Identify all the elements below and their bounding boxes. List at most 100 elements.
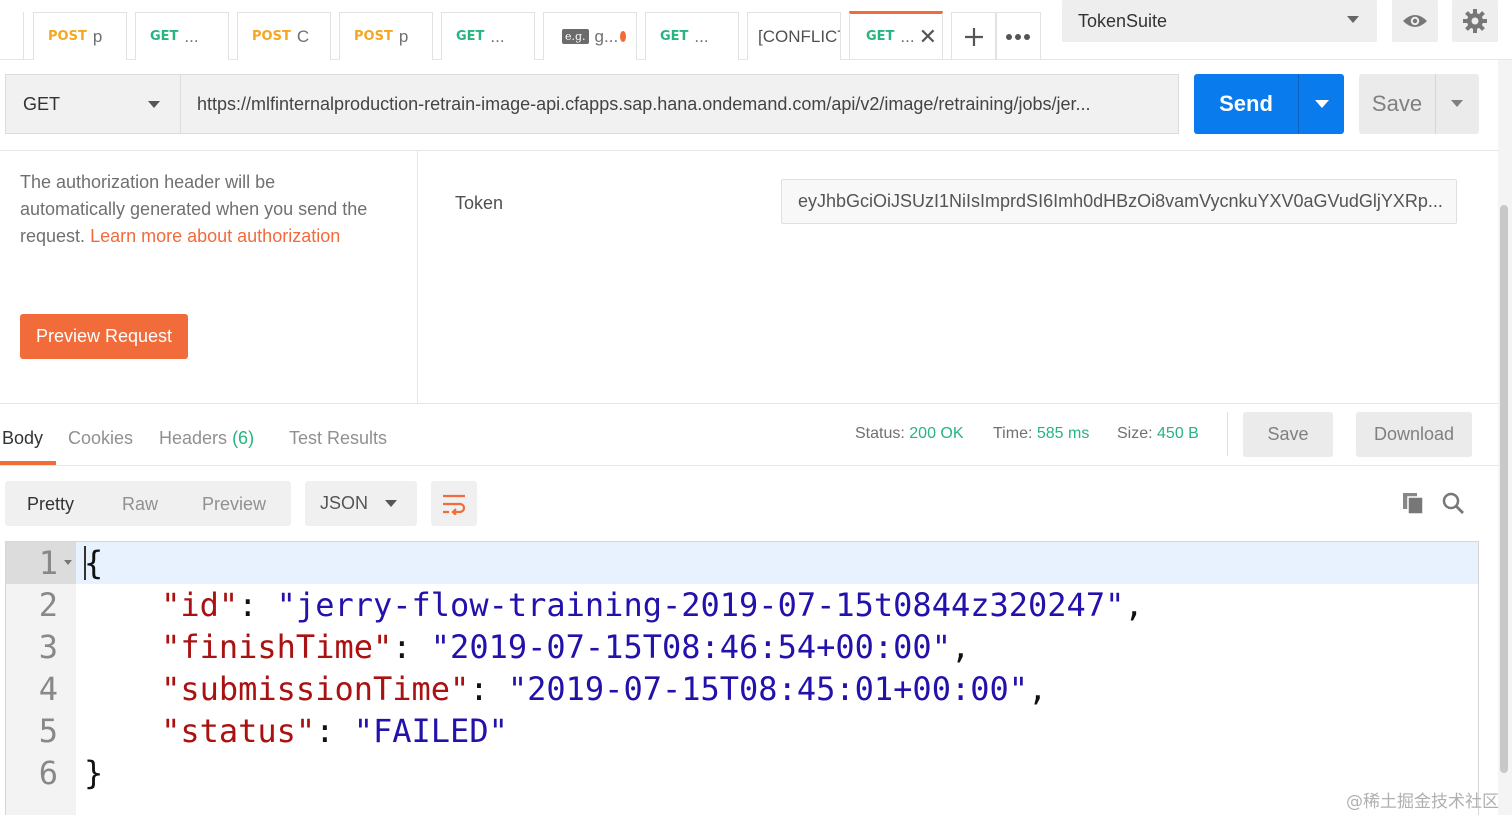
tab-headers[interactable]: Headers (6)	[159, 428, 254, 449]
save-response-button[interactable]: Save	[1243, 412, 1333, 457]
code-line: 4 "submissionTime": "2019-07-15T08:45:01…	[6, 668, 1478, 710]
code-text: "finishTime": "2019-07-15T08:46:54+00:00…	[161, 628, 971, 666]
authorization-panel: The authorization header will be automat…	[0, 150, 1498, 404]
tab-name: g...	[594, 26, 619, 46]
size-label: Size:	[1117, 425, 1153, 442]
json-key: "submissionTime"	[161, 670, 470, 708]
code-text: "id": "jerry-flow-training-2019-07-15t08…	[161, 586, 1144, 624]
request-tab-8[interactable]: [CONFLICT	[747, 12, 841, 60]
request-tab-active[interactable]: GET ... ✕	[849, 11, 943, 59]
request-tab-4[interactable]: POST p	[339, 12, 433, 60]
http-method-select[interactable]: GET	[5, 74, 181, 134]
tab-name: ...	[184, 26, 199, 46]
language-select[interactable]: JSON	[305, 481, 417, 526]
view-preview-button[interactable]: Preview	[202, 494, 266, 515]
http-method-value: GET	[23, 93, 61, 114]
fold-toggle-icon[interactable]	[64, 560, 72, 565]
new-tab-button[interactable]	[951, 12, 997, 60]
line-number: 4	[38, 670, 58, 708]
request-tab-6[interactable]: e.g. g...	[543, 12, 637, 60]
response-tabs: Body Cookies Headers (6) Test Results St…	[0, 404, 1498, 466]
more-dots-icon	[1006, 33, 1030, 40]
request-tab-3[interactable]: POST C	[237, 12, 331, 60]
gear-icon	[1463, 9, 1487, 33]
request-tab-2[interactable]: GET ...	[135, 12, 229, 60]
send-button[interactable]: Send	[1194, 74, 1298, 134]
request-tab-bar: POST p GET ... POST C POST p GET ... e.g…	[0, 0, 1512, 60]
eye-icon	[1403, 15, 1427, 27]
tab-name: p	[92, 26, 103, 46]
request-url-value: https://mlfinternalproduction-retrain-im…	[197, 93, 1091, 114]
tab-body[interactable]: Body	[2, 428, 43, 449]
scrollbar-thumb[interactable]	[1500, 205, 1508, 773]
learn-more-authorization-link[interactable]: Learn more about authorization	[90, 226, 340, 246]
tab-test-results[interactable]: Test Results	[289, 428, 387, 449]
tab-name: ...	[900, 26, 915, 46]
line-number: 5	[38, 712, 58, 750]
view-pretty-button[interactable]: Pretty	[27, 494, 74, 515]
json-key: "status"	[161, 712, 316, 750]
manage-environments-button[interactable]	[1452, 0, 1498, 42]
json-string: "FAILED"	[353, 712, 508, 750]
time-value: 585 ms	[1036, 425, 1090, 442]
tab-name: [CONFLICT	[758, 26, 841, 46]
authorization-info: The authorization header will be automat…	[0, 151, 418, 404]
tab-name: C	[296, 26, 310, 46]
wrap-lines-button[interactable]	[431, 481, 477, 526]
time-readout: Time: 585 ms	[993, 425, 1089, 443]
tab-method: GET	[660, 29, 689, 44]
token-label: Token	[455, 193, 504, 213]
tab-method: POST	[48, 29, 87, 44]
close-tab-icon[interactable]: ✕	[919, 24, 937, 50]
line-number: 2	[38, 586, 58, 624]
json-key: "id"	[161, 586, 239, 624]
send-options-chevron-icon[interactable]	[1298, 74, 1344, 134]
response-body-editor[interactable]: 1 { 2 "id": "jerry-flow-training-2019-07…	[5, 541, 1479, 815]
code-line: 2 "id": "jerry-flow-training-2019-07-15t…	[6, 584, 1478, 626]
download-button[interactable]: Download	[1356, 412, 1472, 457]
environment-select[interactable]: TokenSuite	[1062, 0, 1377, 42]
code-text: }	[84, 754, 104, 792]
code-text: "submissionTime": "2019-07-15T08:45:01+0…	[161, 670, 1048, 708]
request-tab-1[interactable]: POST p	[33, 12, 127, 60]
json-key: "finishTime"	[161, 628, 393, 666]
wrap-lines-icon	[443, 494, 466, 515]
status-value: 200 OK	[909, 425, 964, 442]
plus-icon	[965, 27, 983, 46]
line-number: 6	[38, 754, 58, 792]
view-raw-button[interactable]: Raw	[122, 494, 158, 515]
tab-name: ...	[694, 26, 709, 46]
status-readout: Status: 200 OK	[855, 425, 964, 443]
tab-method: GET	[866, 29, 895, 44]
save-request-button[interactable]: Save	[1359, 74, 1435, 134]
line-number: 3	[38, 628, 58, 666]
search-icon	[1442, 492, 1464, 514]
chevron-down-icon	[385, 500, 397, 507]
environment-name: TokenSuite	[1078, 10, 1168, 31]
code-text: "status": "FAILED"	[161, 712, 508, 750]
tab-method: GET	[456, 29, 485, 44]
copy-icon	[1403, 493, 1424, 515]
request-tab-7[interactable]: GET ...	[645, 12, 739, 60]
request-url-input[interactable]: https://mlfinternalproduction-retrain-im…	[180, 74, 1179, 134]
save-options-chevron-icon[interactable]	[1435, 74, 1479, 134]
search-response-button[interactable]	[1440, 490, 1466, 516]
tab-options-button[interactable]	[995, 12, 1041, 60]
size-readout: Size: 450 B	[1117, 425, 1199, 443]
tab-cookies[interactable]: Cookies	[68, 428, 133, 449]
environment-quick-look-button[interactable]	[1392, 0, 1438, 42]
tab-method: GET	[150, 29, 179, 44]
headers-count: (6)	[232, 428, 255, 448]
copy-response-button[interactable]	[1400, 490, 1426, 516]
code-line: 5 "status": "FAILED"	[6, 710, 1478, 752]
language-value: JSON	[320, 493, 369, 513]
time-label: Time:	[993, 425, 1033, 442]
page-scrollbar[interactable]	[1498, 60, 1512, 815]
token-input[interactable]: eyJhbGciOiJSUzI1NiIsImprdSI6Imh0dHBzOi8v…	[781, 179, 1457, 224]
json-string: "jerry-flow-training-2019-07-15t0844z320…	[276, 586, 1125, 624]
authorization-description: The authorization header will be automat…	[20, 169, 380, 250]
code-line: 6 }	[6, 752, 1478, 794]
tab-method: POST	[252, 29, 291, 44]
request-tab-5[interactable]: GET ...	[441, 12, 535, 60]
preview-request-button[interactable]: Preview Request	[20, 314, 188, 359]
